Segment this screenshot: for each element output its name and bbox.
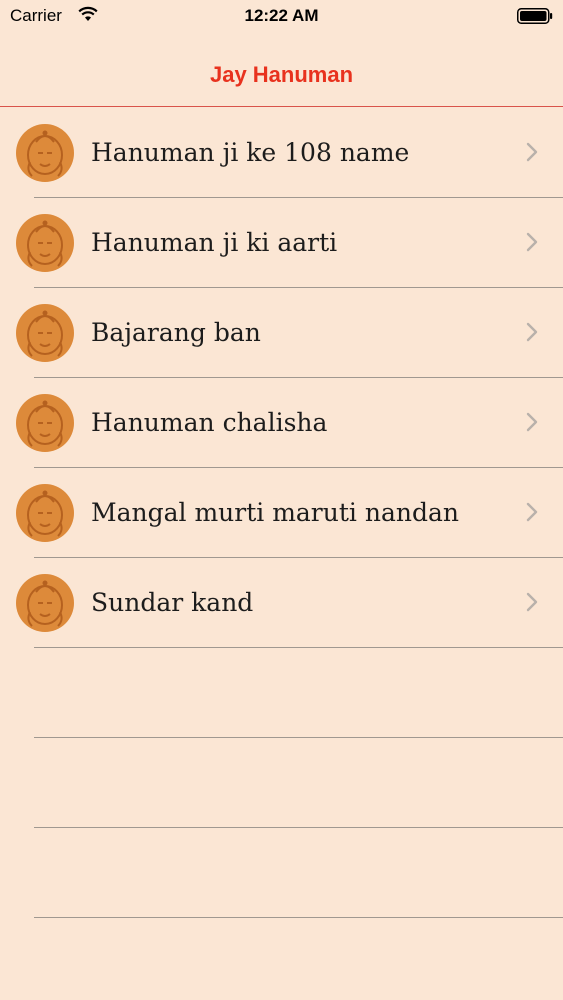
list-item-label: Sundar kand: [91, 588, 254, 617]
list-item-label: Hanuman chalisha: [91, 408, 328, 437]
list-item[interactable]: Hanuman chalisha: [16, 378, 563, 468]
list-item[interactable]: Mangal murti maruti nandan: [16, 468, 563, 558]
clock: 12:22 AM: [244, 6, 319, 25]
list-item[interactable]: Hanuman ji ki aarti: [16, 198, 563, 288]
chevron-right-icon: [526, 142, 538, 162]
empty-row: [34, 738, 563, 828]
empty-row: [34, 648, 563, 738]
hanuman-icon: [16, 394, 74, 452]
battery-icon: [517, 8, 553, 24]
hanuman-icon: [16, 214, 74, 272]
status-bar: Carrier 12:22 AM: [0, 0, 563, 32]
page-title: Jay Hanuman: [209, 62, 354, 87]
list-item[interactable]: Bajarang ban: [16, 288, 563, 378]
chevron-right-icon: [526, 322, 538, 342]
list-item[interactable]: Hanuman ji ke 108 name: [16, 108, 563, 198]
item-list: Hanuman ji ke 108 name Hanuman ji ki aar…: [0, 108, 563, 918]
chevron-right-icon: [526, 592, 538, 612]
hanuman-icon: [16, 484, 74, 542]
hanuman-icon: [16, 304, 74, 362]
chevron-right-icon: [526, 502, 538, 522]
hanuman-icon: [16, 124, 74, 182]
list-item-label: Mangal murti maruti nandan: [91, 498, 459, 527]
empty-row: [34, 828, 563, 918]
list-item-label: Bajarang ban: [91, 318, 261, 347]
list-item[interactable]: Sundar kand: [16, 558, 563, 648]
list-item-label: Hanuman ji ke 108 name: [91, 138, 410, 167]
chevron-right-icon: [526, 412, 538, 432]
list-item-label: Hanuman ji ki aarti: [91, 228, 338, 257]
hanuman-icon: [16, 574, 74, 632]
navigation-bar: Jay Hanuman: [0, 32, 563, 107]
chevron-right-icon: [526, 232, 538, 252]
